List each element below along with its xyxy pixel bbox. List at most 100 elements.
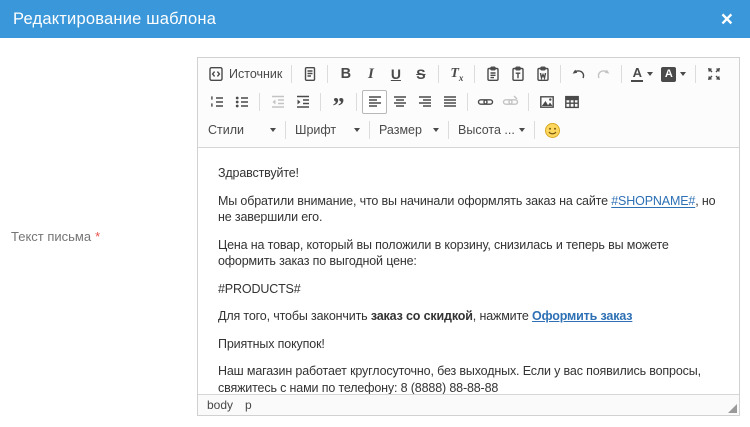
separator bbox=[560, 65, 561, 83]
image-button[interactable] bbox=[534, 90, 559, 114]
text-run: #PRODUCTS# bbox=[218, 282, 301, 296]
toolbar-row-2: ” bbox=[204, 88, 733, 116]
image-icon bbox=[539, 94, 555, 110]
text-run: Мы обратили внимание, что вы начинали оф… bbox=[218, 194, 611, 208]
chevron-down-icon bbox=[647, 72, 653, 76]
italic-icon: I bbox=[368, 66, 374, 83]
maximize-icon bbox=[706, 66, 722, 82]
editor-toolbar: Источник B I U S Tx bbox=[198, 58, 739, 148]
underline-button[interactable]: U bbox=[383, 62, 408, 86]
bulleted-list-button[interactable] bbox=[229, 90, 254, 114]
bold-icon: B bbox=[341, 66, 351, 82]
line-height-dropdown-label: Высота ... bbox=[458, 123, 515, 137]
element-path-bar: body p bbox=[198, 394, 739, 415]
chevron-down-icon bbox=[433, 128, 439, 132]
text-color-icon: A bbox=[631, 66, 643, 82]
maximize-button[interactable] bbox=[701, 62, 726, 86]
paragraph: Для того, чтобы закончить заказ со скидк… bbox=[218, 308, 719, 325]
content-link[interactable]: Оформить заказ bbox=[532, 309, 632, 323]
toolbar-row-3: Стили Шрифт Размер Высота ... bbox=[204, 116, 733, 144]
paste-icon bbox=[485, 66, 501, 82]
templates-button[interactable] bbox=[297, 62, 322, 86]
paste-button[interactable] bbox=[480, 62, 505, 86]
redo-icon bbox=[595, 66, 612, 82]
font-dropdown-label: Шрифт bbox=[295, 123, 350, 137]
separator bbox=[528, 93, 529, 111]
link-icon bbox=[477, 94, 494, 110]
path-element-p[interactable]: p bbox=[245, 398, 252, 412]
separator bbox=[621, 65, 622, 83]
remove-format-button[interactable]: Tx bbox=[444, 62, 469, 86]
document-icon bbox=[302, 66, 318, 82]
content-link[interactable]: #SHOPNAME# bbox=[611, 194, 695, 208]
paste-from-word-button[interactable] bbox=[530, 62, 555, 86]
table-button[interactable] bbox=[559, 90, 584, 114]
background-color-button[interactable]: A bbox=[657, 62, 690, 86]
close-icon[interactable]: × bbox=[717, 7, 737, 32]
source-button[interactable]: Источник bbox=[204, 62, 286, 86]
resize-handle[interactable] bbox=[728, 404, 737, 413]
separator bbox=[474, 65, 475, 83]
toolbar-row-1: Источник B I U S Tx bbox=[204, 60, 733, 88]
dialog-header: Редактирование шаблона × bbox=[0, 0, 750, 38]
numbered-list-icon bbox=[209, 94, 225, 110]
separator bbox=[320, 93, 321, 111]
separator bbox=[291, 65, 292, 83]
smiley-button[interactable] bbox=[540, 118, 565, 142]
table-icon bbox=[564, 94, 580, 110]
separator bbox=[327, 65, 328, 83]
text-run: Наш магазин работает круглосуточно, без … bbox=[218, 364, 701, 394]
styles-dropdown[interactable]: Стили bbox=[204, 118, 280, 142]
paragraph: Приятных покупок! bbox=[218, 336, 719, 353]
chevron-down-icon bbox=[680, 72, 686, 76]
align-right-button[interactable] bbox=[412, 90, 437, 114]
italic-button[interactable]: I bbox=[358, 62, 383, 86]
paste-from-word-icon bbox=[535, 66, 551, 82]
path-element-body[interactable]: body bbox=[207, 398, 233, 412]
unlink-button[interactable] bbox=[498, 90, 523, 114]
font-dropdown[interactable]: Шрифт bbox=[291, 118, 364, 142]
rich-text-editor: Источник B I U S Tx bbox=[197, 57, 740, 416]
text-run: Приятных покупок! bbox=[218, 337, 325, 351]
blockquote-icon: ” bbox=[333, 102, 345, 112]
indent-button[interactable] bbox=[290, 90, 315, 114]
unlink-icon bbox=[502, 94, 519, 110]
paragraph: Наш магазин работает круглосуточно, без … bbox=[218, 363, 719, 394]
paragraph: #PRODUCTS# bbox=[218, 281, 719, 298]
required-asterisk: * bbox=[95, 229, 100, 244]
outdent-button[interactable] bbox=[265, 90, 290, 114]
background-color-icon: A bbox=[661, 67, 676, 82]
undo-button[interactable] bbox=[566, 62, 591, 86]
align-center-button[interactable] bbox=[387, 90, 412, 114]
source-button-label: Источник bbox=[229, 67, 282, 81]
source-icon bbox=[208, 66, 224, 82]
text-run: Цена на товар, который вы положили в кор… bbox=[218, 238, 669, 269]
underline-icon: U bbox=[391, 66, 401, 82]
justify-button[interactable] bbox=[437, 90, 462, 114]
styles-dropdown-label: Стили bbox=[208, 123, 266, 137]
paragraph: Цена на товар, который вы положили в кор… bbox=[218, 237, 719, 270]
bulleted-list-icon bbox=[234, 94, 250, 110]
align-left-button[interactable] bbox=[362, 90, 387, 114]
redo-button[interactable] bbox=[591, 62, 616, 86]
separator bbox=[259, 93, 260, 111]
dialog-title: Редактирование шаблона bbox=[13, 10, 216, 29]
chevron-down-icon bbox=[354, 128, 360, 132]
undo-icon bbox=[570, 66, 587, 82]
text-color-button[interactable]: A bbox=[627, 62, 657, 86]
blockquote-button[interactable]: ” bbox=[326, 90, 351, 114]
numbered-list-button[interactable] bbox=[204, 90, 229, 114]
separator bbox=[369, 121, 370, 139]
field-label: Текст письма* bbox=[10, 229, 197, 244]
bold-button[interactable]: B bbox=[333, 62, 358, 86]
link-button[interactable] bbox=[473, 90, 498, 114]
editor-content[interactable]: Здравствуйте!Мы обратили внимание, что в… bbox=[198, 148, 739, 394]
line-height-dropdown[interactable]: Высота ... bbox=[454, 118, 529, 142]
strikethrough-button[interactable]: S bbox=[408, 62, 433, 86]
strikethrough-icon: S bbox=[416, 66, 425, 82]
chevron-down-icon bbox=[519, 128, 525, 132]
text-run: , нажмите bbox=[473, 309, 532, 323]
font-size-dropdown[interactable]: Размер bbox=[375, 118, 443, 142]
separator bbox=[448, 121, 449, 139]
paste-text-button[interactable] bbox=[505, 62, 530, 86]
